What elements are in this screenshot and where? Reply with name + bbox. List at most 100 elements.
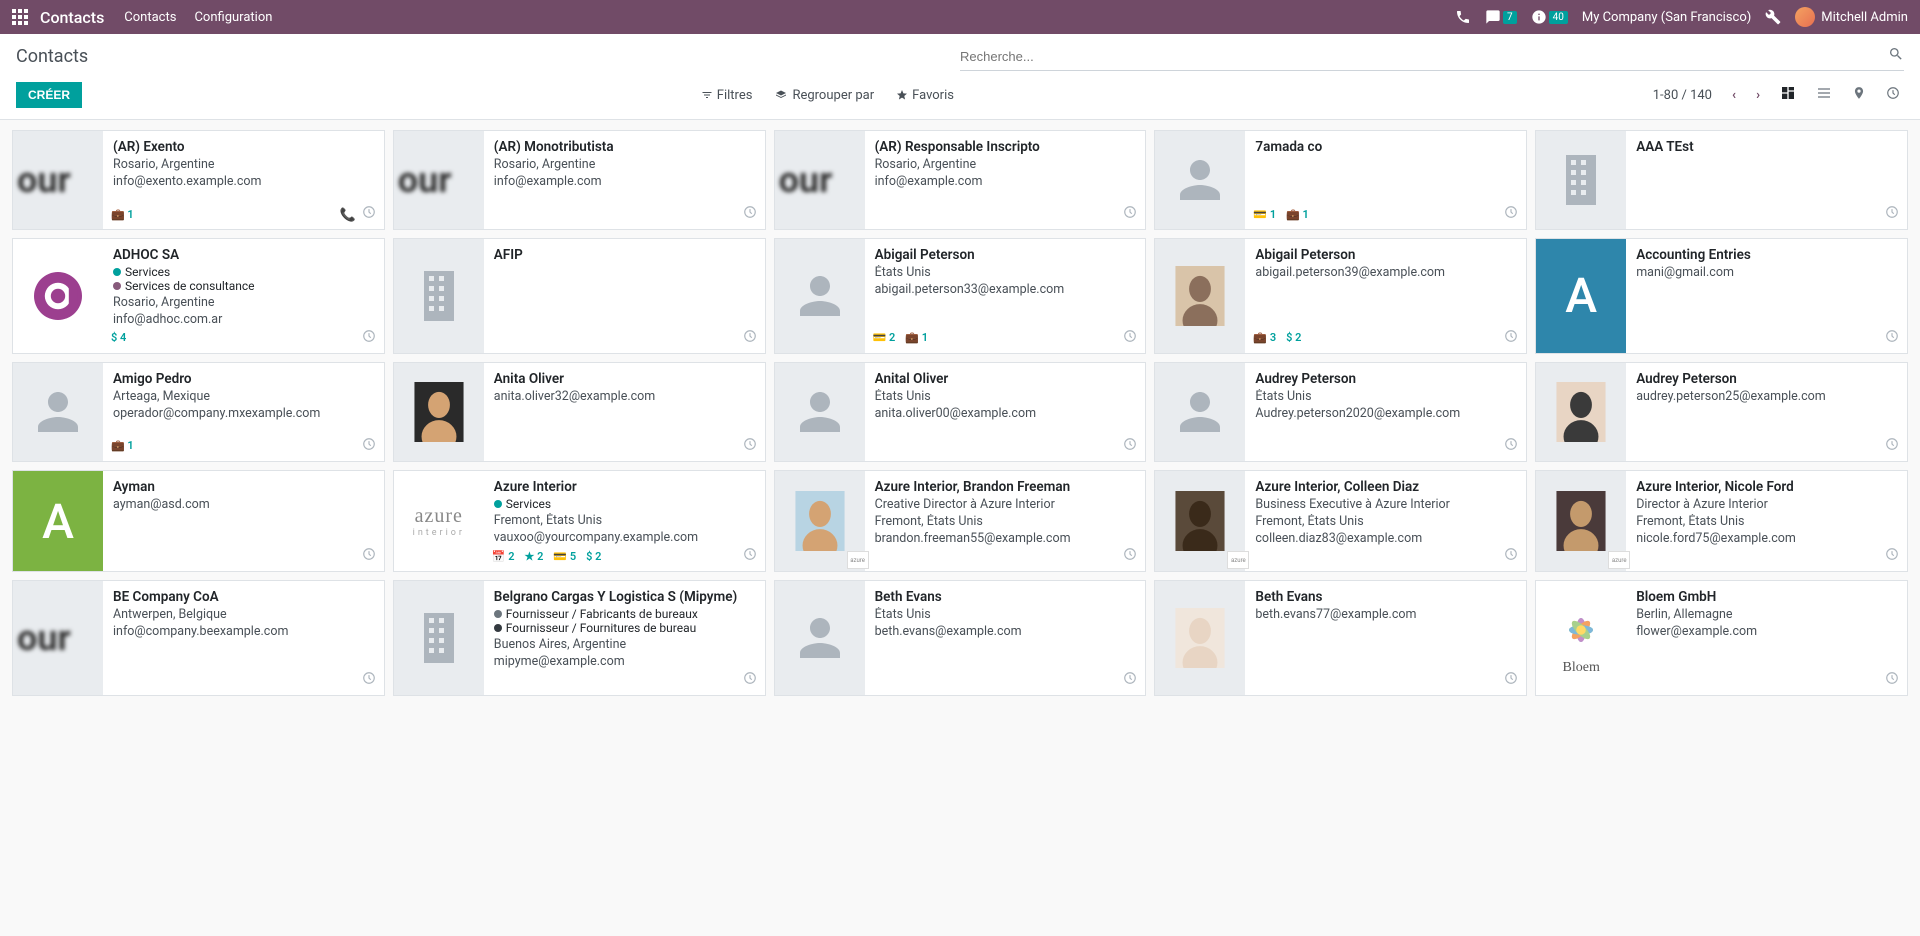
search-input[interactable] — [960, 49, 1888, 64]
search-bar[interactable] — [960, 42, 1904, 71]
pager-next[interactable]: › — [1752, 88, 1764, 103]
contact-card[interactable]: azureinteriorAzure InteriorServicesFremo… — [393, 470, 766, 573]
activity-icon[interactable] — [1504, 329, 1518, 347]
stat-dollar: $ 4 — [111, 331, 126, 344]
groupby-button[interactable]: Regrouper par — [774, 88, 874, 103]
contact-line: Berlin, Allemagne — [1636, 607, 1897, 624]
apps-icon[interactable] — [12, 9, 28, 25]
contact-name: Accounting Entries — [1636, 247, 1897, 263]
company-switcher[interactable]: My Company (San Francisco) — [1582, 10, 1751, 25]
stat-star: ★ 2 — [525, 550, 544, 563]
activity-icon[interactable] — [362, 437, 376, 455]
user-menu[interactable]: Mitchell Admin — [1795, 7, 1908, 27]
contact-line: info@example.com — [875, 174, 1136, 191]
contact-card[interactable]: our(AR) MonotributistaRosario, Argentine… — [393, 130, 766, 230]
contact-card[interactable]: BloemBloem GmbHBerlin, Allemagneflower@e… — [1535, 580, 1908, 696]
contact-line: info@company.beexample.com — [113, 624, 374, 641]
contact-card[interactable]: Audrey PetersonÉtats UnisAudrey.peterson… — [1154, 362, 1527, 462]
activity-icon[interactable] — [1123, 205, 1137, 223]
contact-line: nicole.ford75@example.com — [1636, 531, 1897, 548]
phone-icon[interactable]: 📞 — [340, 208, 356, 223]
menu-contacts[interactable]: Contacts — [124, 10, 176, 25]
activity-icon[interactable] — [743, 437, 757, 455]
contact-line: Arteaga, Mexique — [113, 389, 374, 406]
activity-icon[interactable] — [1123, 547, 1137, 565]
activity-icon[interactable] — [362, 329, 376, 347]
pager-counter[interactable]: 1-80 / 140 — [1653, 88, 1712, 103]
debug-icon[interactable] — [1765, 9, 1781, 25]
activity-icon[interactable] — [1504, 547, 1518, 565]
activity-icon[interactable] — [1504, 437, 1518, 455]
contact-card[interactable]: Abigail PetersonÉtats Unisabigail.peters… — [774, 238, 1147, 354]
user-name: Mitchell Admin — [1821, 10, 1908, 25]
activity-icon[interactable] — [1885, 205, 1899, 223]
contact-name: Ayman — [113, 479, 374, 495]
activity-icon[interactable] — [743, 329, 757, 347]
activity-icon[interactable] — [1885, 671, 1899, 689]
messages-icon[interactable]: 7 — [1485, 9, 1517, 25]
contact-line: Rosario, Argentine — [494, 157, 755, 174]
search-icon[interactable] — [1888, 46, 1904, 66]
activity-icon[interactable] — [1885, 329, 1899, 347]
contact-card[interactable]: Anita Oliveranita.oliver32@example.com — [393, 362, 766, 462]
activities-icon[interactable]: 40 — [1531, 9, 1568, 25]
contact-line: Fremont, États Unis — [494, 513, 755, 530]
contact-card[interactable]: our(AR) ExentoRosario, Argentineinfo@exe… — [12, 130, 385, 230]
pager-prev[interactable]: ‹ — [1728, 88, 1740, 103]
contact-card[interactable]: ourBE Company CoAAntwerpen, Belgiqueinfo… — [12, 580, 385, 696]
contact-card[interactable]: azureAzure Interior, Brandon FreemanCrea… — [774, 470, 1147, 573]
contact-line: info@exento.example.com — [113, 174, 374, 191]
contact-card[interactable]: Anital OliverÉtats Unisanita.oliver00@ex… — [774, 362, 1147, 462]
contact-card[interactable]: Abigail Petersonabigail.peterson39@examp… — [1154, 238, 1527, 354]
contact-line: flower@example.com — [1636, 624, 1897, 641]
contact-card[interactable]: AAccounting Entriesmani@gmail.com — [1535, 238, 1908, 354]
contact-card[interactable]: ADHOC SAServicesServices de consultanceR… — [12, 238, 385, 354]
activity-icon[interactable] — [362, 547, 376, 565]
contact-card[interactable]: Beth EvansÉtats Unisbeth.evans@example.c… — [774, 580, 1147, 696]
activity-icon[interactable] — [743, 671, 757, 689]
contact-name: Beth Evans — [875, 589, 1136, 605]
contact-card[interactable]: 7amada co💳 1💼 1 — [1154, 130, 1527, 230]
view-kanban-icon[interactable] — [1776, 81, 1800, 109]
contact-name: 7amada co — [1255, 139, 1516, 155]
menu-configuration[interactable]: Configuration — [194, 10, 272, 25]
activity-icon[interactable] — [1123, 329, 1137, 347]
favorites-button[interactable]: Favoris — [896, 88, 954, 103]
contact-card[interactable]: azureAzure Interior, Nicole FordDirector… — [1535, 470, 1908, 573]
view-map-icon[interactable] — [1848, 81, 1870, 109]
contact-card[interactable]: Beth Evansbeth.evans77@example.com — [1154, 580, 1527, 696]
contact-card[interactable]: Amigo PedroArteaga, Mexiqueoperador@comp… — [12, 362, 385, 462]
stat-cal: 📅 2 — [492, 550, 515, 563]
contact-card[interactable]: AFIP — [393, 238, 766, 354]
contact-card[interactable]: Audrey Petersonaudrey.peterson25@example… — [1535, 362, 1908, 462]
contact-line: États Unis — [875, 389, 1136, 406]
activity-icon[interactable] — [1123, 437, 1137, 455]
activity-icon[interactable] — [1504, 671, 1518, 689]
contact-card[interactable]: Belgrano Cargas Y Logistica S (Mipyme)Fo… — [393, 580, 766, 696]
contact-name: Anital Oliver — [875, 371, 1136, 387]
activity-icon[interactable] — [743, 205, 757, 223]
activity-icon[interactable] — [1885, 547, 1899, 565]
activity-icon[interactable] — [362, 205, 376, 223]
stat-dollar: $ 2 — [1286, 331, 1301, 344]
activity-icon[interactable] — [1504, 205, 1518, 223]
activity-icon[interactable] — [362, 671, 376, 689]
activity-icon[interactable] — [1885, 437, 1899, 455]
contact-card[interactable]: azureAzure Interior, Colleen DiazBusines… — [1154, 470, 1527, 573]
tag: Services — [113, 265, 374, 279]
contact-card[interactable]: AAA TEst — [1535, 130, 1908, 230]
app-brand: Contacts — [40, 8, 104, 27]
contact-name: Audrey Peterson — [1636, 371, 1897, 387]
phone-icon[interactable] — [1455, 9, 1471, 25]
filters-button[interactable]: Filtres — [701, 88, 753, 103]
contact-line: colleen.diaz83@example.com — [1255, 531, 1516, 548]
activity-icon[interactable] — [743, 547, 757, 565]
activity-icon[interactable] — [1123, 671, 1137, 689]
contact-name: Amigo Pedro — [113, 371, 374, 387]
contact-line: mipyme@example.com — [494, 654, 755, 671]
view-list-icon[interactable] — [1812, 81, 1836, 109]
contact-card[interactable]: AAymanayman@asd.com — [12, 470, 385, 573]
view-activity-icon[interactable] — [1882, 82, 1904, 108]
contact-card[interactable]: our(AR) Responsable InscriptoRosario, Ar… — [774, 130, 1147, 230]
contact-line: anita.oliver32@example.com — [494, 389, 755, 406]
